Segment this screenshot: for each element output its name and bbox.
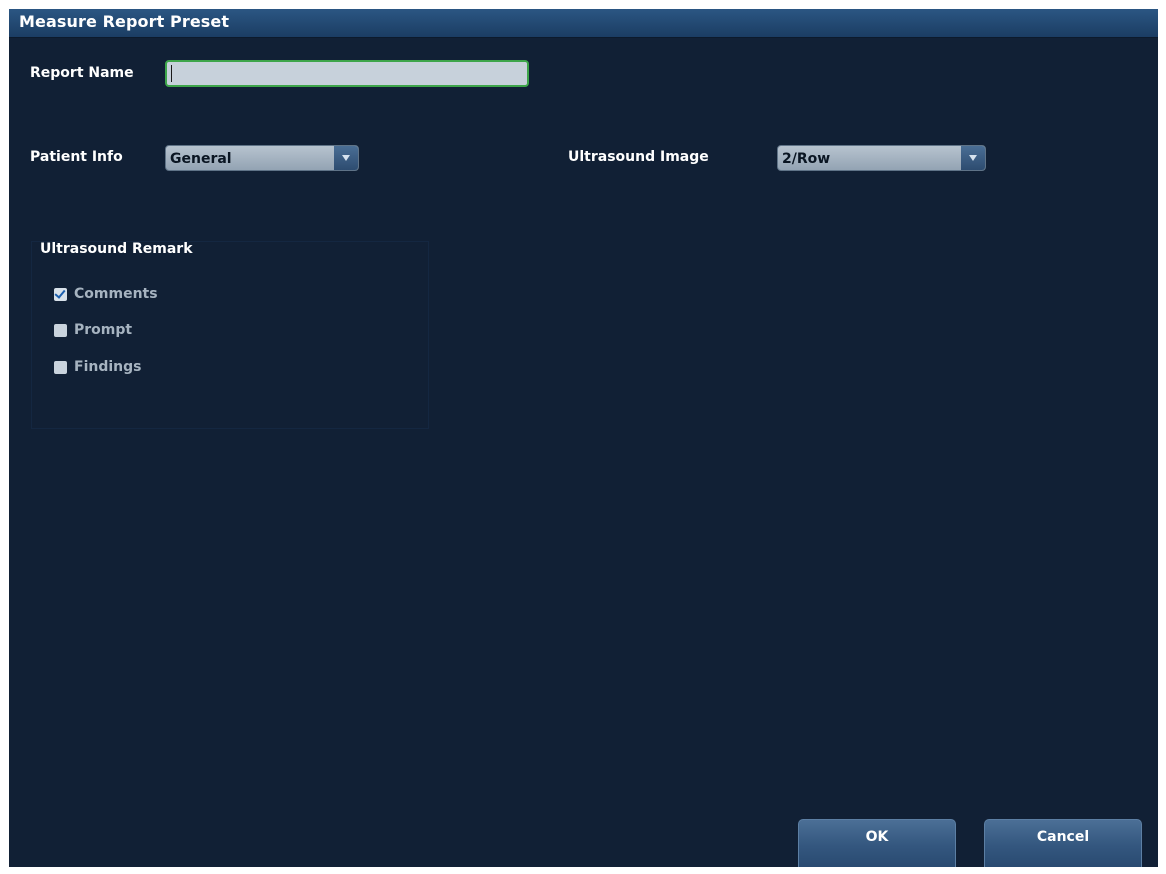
ultrasound-image-label: Ultrasound Image: [568, 149, 709, 165]
chevron-down-icon[interactable]: [961, 146, 985, 170]
checkbox-comments[interactable]: Comments: [54, 284, 158, 304]
patient-info-value: General: [170, 151, 232, 167]
checkbox-label: Findings: [74, 359, 142, 375]
ultrasound-image-value: 2/Row: [782, 151, 831, 167]
text-cursor: [171, 65, 172, 82]
patient-info-dropdown[interactable]: General: [165, 145, 359, 171]
checkbox-unchecked-icon[interactable]: [54, 323, 67, 337]
checkbox-findings[interactable]: Findings: [54, 357, 141, 377]
report-name-input[interactable]: [165, 60, 529, 87]
ok-button[interactable]: OK: [798, 819, 956, 867]
title-bar: Measure Report Preset: [9, 9, 1158, 38]
dialog-title: Measure Report Preset: [19, 12, 230, 31]
measure-report-preset-dialog: Measure Report Preset Report Name Patien…: [9, 9, 1158, 867]
checkbox-label: Comments: [74, 286, 158, 302]
checkbox-unchecked-icon[interactable]: [54, 360, 67, 374]
ultrasound-image-dropdown[interactable]: 2/Row: [777, 145, 986, 171]
checkbox-checked-icon[interactable]: [54, 287, 67, 301]
chevron-down-icon[interactable]: [334, 146, 358, 170]
report-name-label: Report Name: [30, 65, 134, 81]
checkbox-prompt[interactable]: Prompt: [54, 320, 132, 340]
cancel-button[interactable]: Cancel: [984, 819, 1142, 867]
patient-info-label: Patient Info: [30, 149, 123, 165]
checkbox-label: Prompt: [74, 322, 133, 338]
ultrasound-remark-title: Ultrasound Remark: [40, 241, 193, 257]
